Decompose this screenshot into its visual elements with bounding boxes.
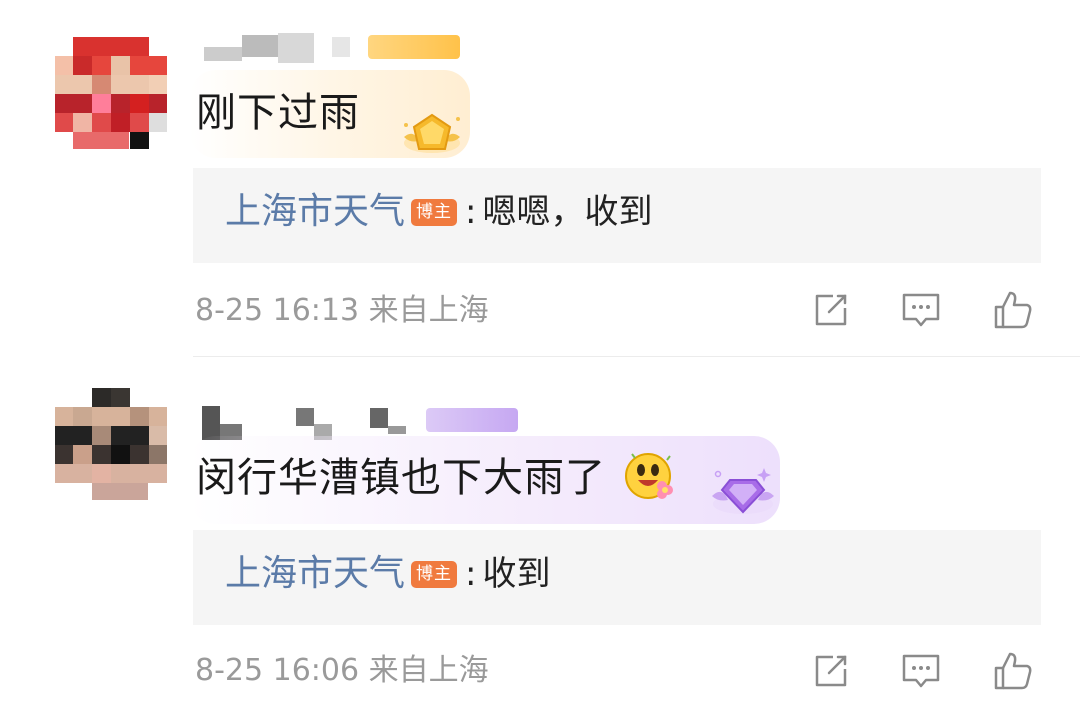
comment-actions [800,287,1050,337]
divider [193,356,1080,357]
comment-location: 来自上海 [368,293,489,328]
gold-gem-badge-icon [396,107,468,165]
comment-meta: 8-25 16:13 来自上海 [195,296,489,326]
reply-author[interactable]: 上海市天气 [225,556,405,592]
comment-icon[interactable] [898,287,944,333]
blogger-reply[interactable]: 上海市天气 博主 : 收到 [193,530,1041,625]
username-blurred[interactable] [200,406,518,440]
reply-text: 嗯嗯，收到 [482,192,653,232]
blogger-tag: 博主 [411,198,458,226]
comment-actions [800,648,1050,698]
comment-text: 闵行华漕镇也下大雨了 [196,455,606,501]
flower-smile-emoji-icon [622,448,676,502]
username-blurred[interactable] [200,33,500,63]
comment-item: 闵行华漕镇也下大雨了 上海市天气 博主 : 收到 8-25 16:06 来自上海 [0,358,1080,714]
reply-text: 收到 [482,554,551,594]
blogger-tag: 博主 [411,560,458,588]
comment-time: 8-25 16:06 [195,653,360,688]
avatar[interactable] [55,388,167,500]
comment-meta: 8-25 16:06 来自上海 [195,656,489,686]
blogger-reply[interactable]: 上海市天气 博主 : 嗯嗯，收到 [193,168,1041,263]
reply-colon: : [465,192,477,232]
avatar[interactable] [55,37,167,149]
comment-text: 刚下过雨 [196,90,360,136]
purple-diamond-badge-icon [706,462,780,524]
comment-location: 来自上海 [368,653,489,688]
repost-icon[interactable] [808,287,854,333]
reply-author[interactable]: 上海市天气 [225,194,405,230]
reply-colon: : [465,554,477,594]
like-icon[interactable] [990,648,1036,694]
comment-item: 刚下过雨 上海市天气 博主 : 嗯嗯，收到 8-25 16:13 来自上海 [0,0,1080,358]
comment-icon[interactable] [898,648,944,694]
like-icon[interactable] [990,287,1036,333]
comment-time: 8-25 16:13 [195,293,360,328]
repost-icon[interactable] [808,648,854,694]
